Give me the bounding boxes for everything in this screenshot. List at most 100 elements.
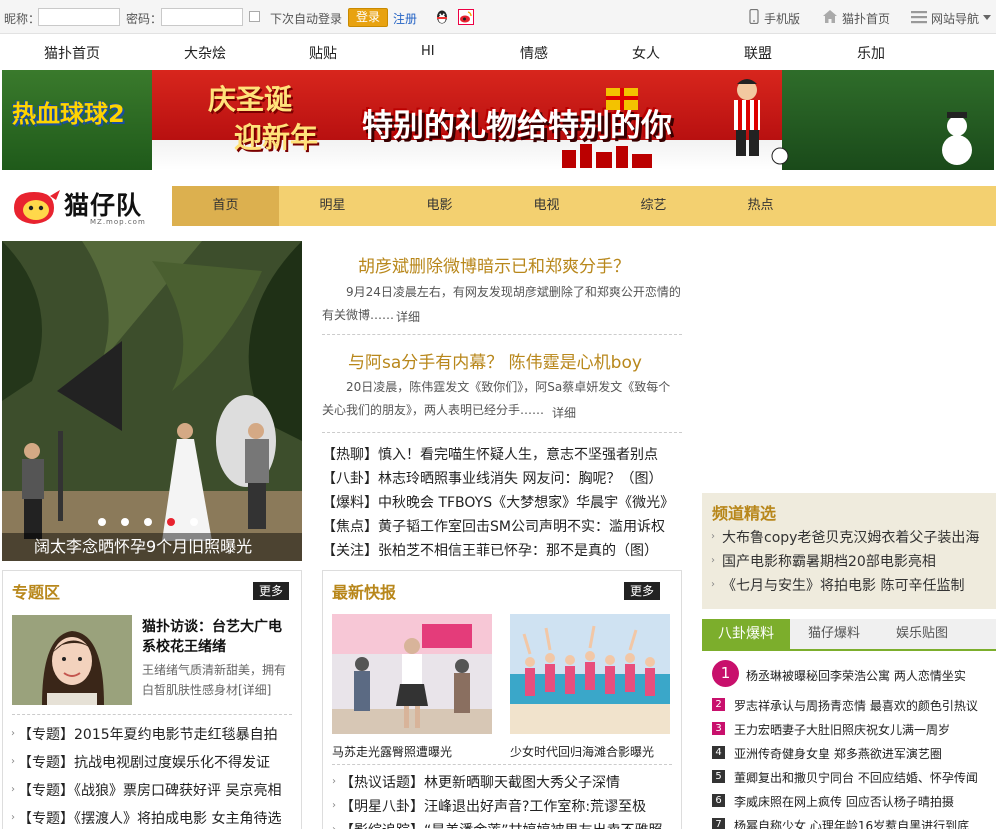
site-nav-item[interactable]: 联盟 [744, 43, 772, 63]
divider [322, 432, 682, 433]
site-nav-item[interactable]: 情感 [520, 43, 548, 63]
register-link[interactable]: 注册 [393, 10, 417, 27]
feature-title[interactable]: 系校花王绪绪 [142, 636, 226, 656]
rank-number: 5 [712, 770, 725, 783]
tab-paparazzi-scoop[interactable]: 猫仔爆料 [790, 619, 878, 649]
mobile-version-link[interactable]: 手机版 [764, 10, 800, 27]
ranking-item[interactable]: 杨幂自称少女 心理年龄16岁惹自黑进行到底 [734, 817, 969, 829]
main-nav-item-tv[interactable]: 电视 [493, 186, 600, 226]
main-nav-item-variety[interactable]: 综艺 [600, 186, 707, 226]
ranking-item[interactable]: 杨丞琳被曝秘回李荣浩公寓 两人恋情坐实 [746, 667, 966, 684]
tab-entertainment-pics[interactable]: 娱乐贴图 [878, 619, 966, 649]
arrow-icon: › [11, 728, 15, 739]
headline-title[interactable]: 与阿sa分手有内幕？ 陈伟霆是心机boy [348, 348, 642, 373]
news-more-button[interactable]: 更多 [624, 582, 660, 600]
main-nav-item-stars[interactable]: 明星 [279, 186, 386, 226]
christmas-banner[interactable]: 热血球球2 庆圣诞 迎新年 特别的礼物给特别的你 [2, 70, 994, 170]
rank-number: 4 [712, 746, 725, 759]
site-nav-item[interactable]: 贴贴 [309, 43, 337, 63]
news-list-item[interactable]: 【明星八卦】汪峰退出好声音?工作室称:荒谬至极 [340, 796, 646, 816]
mop-home-link[interactable]: 猫扑首页 [842, 10, 890, 27]
topic-list-item[interactable]: 【专题】抗战电视剧过度娱乐化不得发证 [18, 752, 270, 772]
news-bullet[interactable]: 【八卦】林志玲晒照事业线消失 网友问：胸呢？（图） [322, 468, 662, 488]
site-nav-item[interactable]: 大杂烩 [184, 43, 226, 63]
banner-slogan-1: 庆圣诞 [208, 83, 293, 116]
carousel-caption[interactable]: 阔太李念晒怀孕9个月旧照曝光 [2, 533, 302, 561]
feature-desc: 王绪绪气质清新甜美，拥有 [142, 663, 287, 677]
feature-desc[interactable]: 白皙肌肤性感身材[详细] [142, 681, 271, 698]
headline-summary: 9月24日凌晨左右，有网友发现胡彦斌删除了和郑爽公开恋情的 [346, 285, 681, 299]
arrow-icon: › [711, 531, 715, 542]
news-photo-beach[interactable] [510, 614, 670, 734]
headline-detail-link[interactable]: 详细 [552, 404, 576, 421]
news-photo-caption[interactable]: 马苏走光露臀照遭曝光 [332, 743, 452, 760]
news-bullet[interactable]: 【焦点】黄子韬工作室回击SM公司声明不实：滥用诉权 [322, 516, 665, 536]
logo-domain: MZ.mop.com [90, 218, 146, 226]
main-nav: 首页 明星 电影 电视 综艺 热点 [172, 186, 996, 226]
city-skyline-decoration [562, 144, 652, 168]
site-nav-item[interactable]: 猫扑首页 [44, 43, 100, 63]
gift-icon [606, 88, 638, 110]
feature-title[interactable]: 猫扑访谈：台艺大广电 [142, 616, 282, 636]
news-bullet[interactable]: 【关注】张柏芝不相信王菲已怀孕：那不是真的（图） [322, 540, 658, 560]
main-nav-item-home[interactable]: 首页 [172, 186, 279, 226]
mobile-icon [749, 9, 759, 24]
auto-login-checkbox[interactable] [249, 11, 260, 22]
home-icon [823, 10, 837, 23]
carousel-dot[interactable] [98, 518, 106, 526]
arrow-icon: › [332, 800, 336, 811]
news-bullet[interactable]: 【爆料】中秋晚会 TFBOYS《大梦想家》华晨宇《微光》 [322, 492, 674, 512]
chevron-down-icon [983, 15, 991, 20]
channel-pick-item[interactable]: 大布鲁copy老爸贝克汉姆衣着父子装出海 [722, 527, 979, 547]
weibo-icon[interactable] [458, 9, 474, 25]
tab-gossip-scoop[interactable]: 八卦爆料 [702, 619, 790, 649]
topic-list-item[interactable]: 【专题】《战狼》票房口碑获好评 吴京亮相 [18, 780, 281, 800]
headline-title[interactable]: 胡彦斌删除微博暗示已和郑爽分手？ [358, 252, 630, 277]
main-nav-item-hot[interactable]: 热点 [707, 186, 814, 226]
news-photo-caption[interactable]: 少女时代回归海滩合影曝光 [510, 743, 654, 760]
topic-list-item[interactable]: 【专题】《摆渡人》将拍成电影 女主角待选 [18, 808, 281, 828]
login-button[interactable]: 登录 [348, 8, 388, 27]
site-nav-link[interactable]: 网站导航 [931, 10, 979, 27]
main-nav-item-movies[interactable]: 电影 [386, 186, 493, 226]
photo-carousel[interactable] [2, 241, 302, 561]
rank-number: 3 [712, 722, 725, 735]
news-list-item[interactable]: 【影综追踪】“是美潘金莲”甘婷婷被男友出卖不雅照 [340, 820, 663, 829]
channel-pick-item[interactable]: 《七月与安生》将拍电影 陈可辛任监制 [722, 575, 964, 595]
news-photo-event[interactable] [332, 614, 492, 734]
maozaidui-logo[interactable]: 猫仔队 MZ.mop.com [10, 186, 160, 228]
rank-number-1: 1 [712, 660, 739, 687]
topic-more-button[interactable]: 更多 [253, 582, 289, 600]
site-nav-item[interactable]: 女人 [632, 43, 660, 63]
ranking-item[interactable]: 罗志祥承认与周扬青恋情 最喜欢的颜色引热议 [734, 697, 978, 714]
ranking-item[interactable]: 亚洲传奇健身女皇 郑多燕欲进军演艺圈 [734, 745, 942, 762]
latest-news-title: 最新快报 [332, 583, 397, 602]
cat-logo-icon [14, 190, 60, 224]
arrow-icon: › [11, 812, 15, 823]
headline-summary: 有关微博…… [322, 308, 395, 322]
rank-number: 7 [712, 818, 725, 829]
channel-picks-title: 频道精选 [712, 504, 777, 523]
qq-icon[interactable] [434, 9, 450, 25]
divider [332, 764, 672, 765]
ranking-item[interactable]: 董卿复出和撒贝宁同台 不回应结婚、怀孕传闻 [734, 769, 978, 786]
news-bullet[interactable]: 【热聊】慎入！看完喵生怀疑人生，意志不坚强者别点 [322, 444, 658, 464]
menu-icon [911, 11, 927, 24]
carousel-dot[interactable] [144, 518, 152, 526]
headline-detail-link[interactable]: 详细 [396, 308, 420, 325]
site-nav [0, 35, 996, 69]
carousel-dot[interactable] [121, 518, 129, 526]
carousel-dot-active[interactable] [167, 518, 175, 526]
feature-portrait-photo[interactable] [12, 615, 132, 705]
ranking-item[interactable]: 李威床照在网上疯传 回应否认杨子晴拍摄 [734, 793, 954, 810]
channel-pick-item[interactable]: 国产电影称霸暑期档20部电影亮相 [722, 551, 936, 571]
password-input[interactable] [161, 8, 243, 26]
carousel-dot[interactable] [190, 518, 198, 526]
site-nav-item[interactable]: 乐加 [857, 43, 885, 63]
topic-list-item[interactable]: 【专题】2015年夏约电影节走红毯暴自拍 [18, 724, 278, 744]
ranking-item[interactable]: 王力宏晒妻子大肚旧照庆祝女儿满一周岁 [734, 721, 950, 738]
news-list-item[interactable]: 【热议话题】林更新晒聊天截图大秀父子深情 [340, 772, 620, 792]
nickname-input[interactable] [38, 8, 120, 26]
topic-section-title: 专题区 [12, 583, 61, 602]
site-nav-item[interactable]: HI [421, 44, 435, 59]
